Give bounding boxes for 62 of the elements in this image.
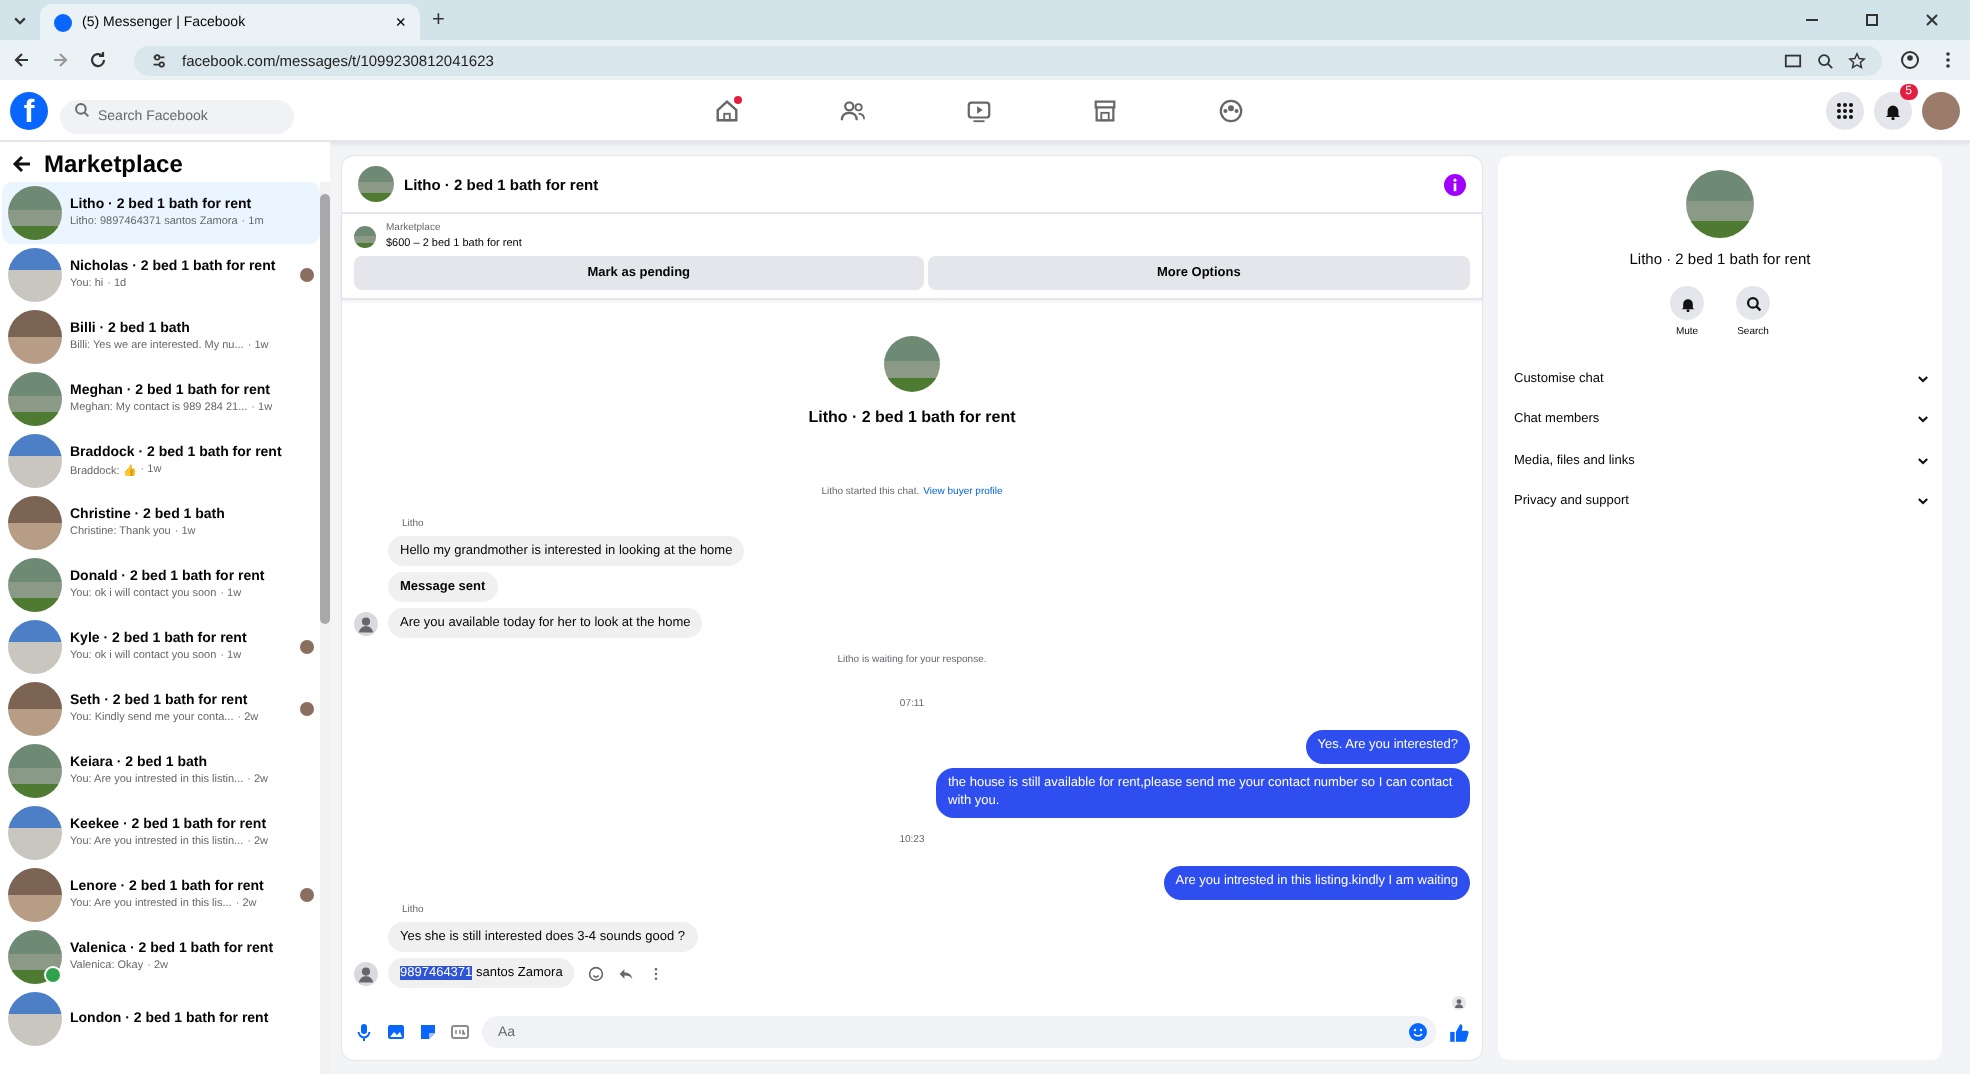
facebook-logo[interactable]: f — [10, 91, 48, 129]
gif-icon[interactable] — [450, 1022, 470, 1042]
microphone-icon[interactable] — [354, 1022, 374, 1042]
reply-icon[interactable] — [618, 965, 635, 982]
intro-title: Litho · 2 bed 1 bath for rent — [808, 408, 1016, 426]
photo-placeholder — [8, 186, 62, 240]
photo-placeholder — [8, 682, 62, 736]
read-receipt-icon — [1452, 996, 1466, 1011]
new-tab-button[interactable]: + — [432, 8, 445, 32]
bell-icon — [1884, 101, 1902, 119]
image-icon[interactable] — [386, 1022, 406, 1042]
people-icon — [839, 97, 865, 123]
avatar[interactable] — [1922, 91, 1960, 129]
bell-icon — [1679, 295, 1695, 311]
groups-icon — [1217, 97, 1243, 123]
tab-list-icon[interactable] — [12, 12, 28, 28]
photo-placeholder — [8, 930, 62, 984]
action-button[interactable] — [1736, 286, 1770, 320]
photo-placeholder — [8, 744, 62, 798]
photo-placeholder — [8, 434, 62, 488]
photo-placeholder — [354, 225, 376, 247]
close-tab-button[interactable]: × — [395, 12, 406, 32]
search-icon — [74, 102, 90, 118]
scrollbar[interactable] — [320, 182, 330, 1074]
chevron-down-icon — [1916, 494, 1930, 509]
close-icon[interactable] — [1922, 10, 1942, 30]
photo-placeholder — [8, 868, 62, 922]
photo-placeholder — [8, 558, 62, 612]
photo-placeholder — [8, 372, 62, 426]
restore-icon[interactable] — [1862, 10, 1882, 30]
photo-placeholder — [8, 496, 62, 550]
back-icon[interactable] — [12, 154, 32, 174]
sticker-icon[interactable] — [418, 1022, 438, 1042]
home-icon — [713, 97, 739, 123]
search-icon — [1745, 295, 1761, 311]
sidebar-title: Marketplace — [44, 150, 183, 178]
photo-placeholder — [8, 620, 62, 674]
site-settings-icon[interactable] — [150, 51, 168, 69]
photo-placeholder — [8, 992, 62, 1046]
reload-icon[interactable] — [88, 50, 108, 70]
photo-placeholder — [8, 806, 62, 860]
thumbs-up-icon[interactable] — [1448, 1021, 1470, 1043]
photo-placeholder — [884, 336, 940, 392]
menu-button[interactable] — [1826, 91, 1864, 129]
photo-placeholder — [1686, 170, 1754, 238]
photo-placeholder — [8, 248, 62, 302]
bookmark-star-icon[interactable] — [1848, 51, 1866, 69]
profile-icon[interactable] — [1900, 50, 1920, 70]
chevron-down-icon — [1916, 412, 1930, 427]
chevron-down-icon — [1916, 371, 1930, 386]
photo-placeholder — [358, 166, 394, 202]
chevron-down-icon — [1916, 453, 1930, 468]
video-icon — [965, 97, 991, 123]
smiley-icon[interactable] — [588, 965, 605, 982]
grid-icon — [1836, 101, 1854, 119]
zoom-icon[interactable] — [1816, 51, 1834, 69]
back-icon[interactable] — [12, 50, 32, 70]
action-button[interactable] — [1670, 286, 1704, 320]
shop-icon — [1091, 97, 1117, 123]
info-icon[interactable] — [1444, 173, 1466, 195]
photo-placeholder — [8, 310, 62, 364]
emoji-icon[interactable] — [1408, 1022, 1428, 1042]
